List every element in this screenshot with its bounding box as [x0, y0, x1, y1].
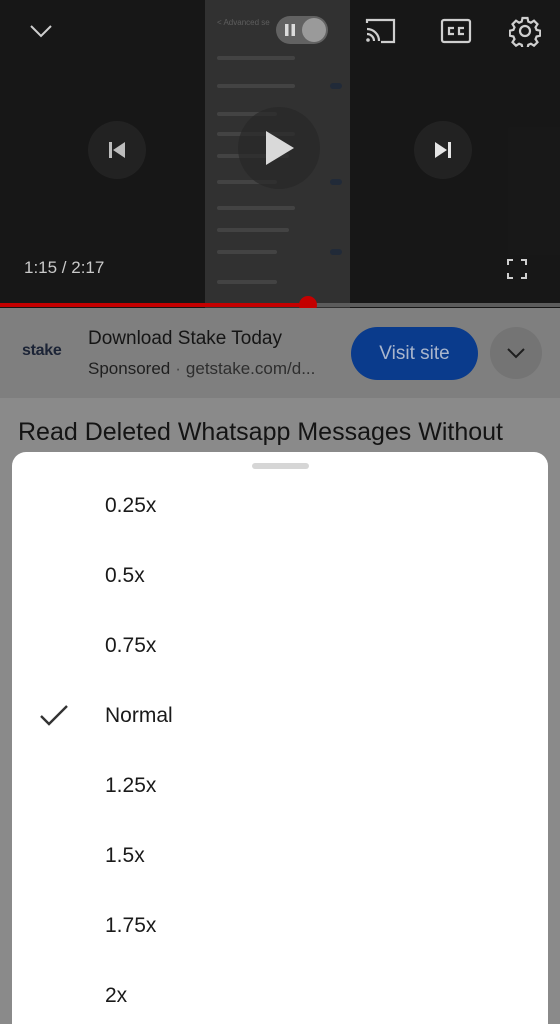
advertiser-logo: stake [22, 342, 62, 359]
speed-option-label: 1.25x [105, 774, 157, 797]
sponsored-label: Sponsored [88, 359, 171, 378]
seek-bar-handle[interactable] [299, 296, 317, 308]
cast-button[interactable] [360, 14, 400, 48]
separator-dot: · [175, 359, 181, 378]
pause-icon [285, 24, 295, 36]
playback-time: 1:15 / 2:17 [24, 258, 105, 277]
speed-option[interactable]: 1.25x [12, 751, 548, 821]
speed-options-list: 0.25x 0.5x 0.75x Normal 1.25x 1.5x 1.75x 2x [12, 471, 548, 1024]
gear-icon [509, 16, 541, 47]
speed-option[interactable]: Normal [12, 681, 548, 751]
video-title: Read Deleted Whatsapp Messages Without [18, 418, 503, 446]
video-player[interactable]: < Advanced se 1:15 / 2:17 [0, 0, 560, 308]
collapse-button[interactable] [26, 18, 56, 44]
check-icon [40, 705, 68, 726]
sponsored-ad[interactable]: stake Download Stake Today Sponsored · get… [0, 308, 560, 398]
seek-bar-played [0, 303, 308, 307]
toggle-knob [302, 18, 326, 42]
settings-button[interactable] [506, 12, 544, 50]
speed-option-label: 2x [105, 984, 128, 1007]
speed-option[interactable]: 0.5x [12, 541, 548, 611]
play-icon [266, 131, 294, 165]
sheet-drag-handle[interactable] [252, 463, 309, 469]
previous-button[interactable] [88, 121, 146, 179]
speed-option[interactable]: 0.25x [12, 471, 548, 541]
closed-captions-icon [440, 18, 472, 44]
speed-option[interactable]: 1.75x [12, 891, 548, 961]
speed-option[interactable]: 1.5x [12, 821, 548, 891]
chevron-down-icon [30, 25, 52, 38]
speed-option-label: 0.5x [105, 564, 145, 587]
autoplay-toggle[interactable] [276, 16, 328, 44]
fullscreen-icon [507, 259, 527, 279]
skip-previous-icon [109, 142, 125, 158]
speed-option-label: 0.75x [105, 634, 157, 657]
ad-url: getstake.com/d... [185, 359, 316, 378]
cast-icon [365, 18, 396, 44]
fullscreen-button[interactable] [502, 256, 532, 282]
playback-speed-sheet: 0.25x 0.5x 0.75x Normal 1.25x 1.5x 1.75x 2x [12, 452, 548, 1024]
ad-title: Download Stake Today [88, 328, 282, 349]
seek-bar[interactable] [0, 296, 560, 308]
ad-subtitle: Sponsored · getstake.com/d... [88, 359, 315, 379]
speed-option[interactable]: 2x [12, 961, 548, 1024]
speed-option-label: 1.75x [105, 914, 157, 937]
app-screen: < Advanced se 1:15 / 2:17 stake Download… [0, 0, 560, 1024]
skip-next-icon [435, 142, 451, 158]
speed-option[interactable]: 0.75x [12, 611, 548, 681]
captions-button[interactable] [438, 16, 474, 46]
speed-option-label: Normal [105, 704, 173, 727]
speed-option-label: 1.5x [105, 844, 145, 867]
chevron-down-icon [507, 348, 525, 359]
speed-option-label: 0.25x [105, 494, 157, 517]
ad-expand-button[interactable] [490, 327, 542, 379]
play-button[interactable] [238, 107, 320, 189]
next-button[interactable] [414, 121, 472, 179]
visit-site-button[interactable]: Visit site [351, 327, 478, 380]
